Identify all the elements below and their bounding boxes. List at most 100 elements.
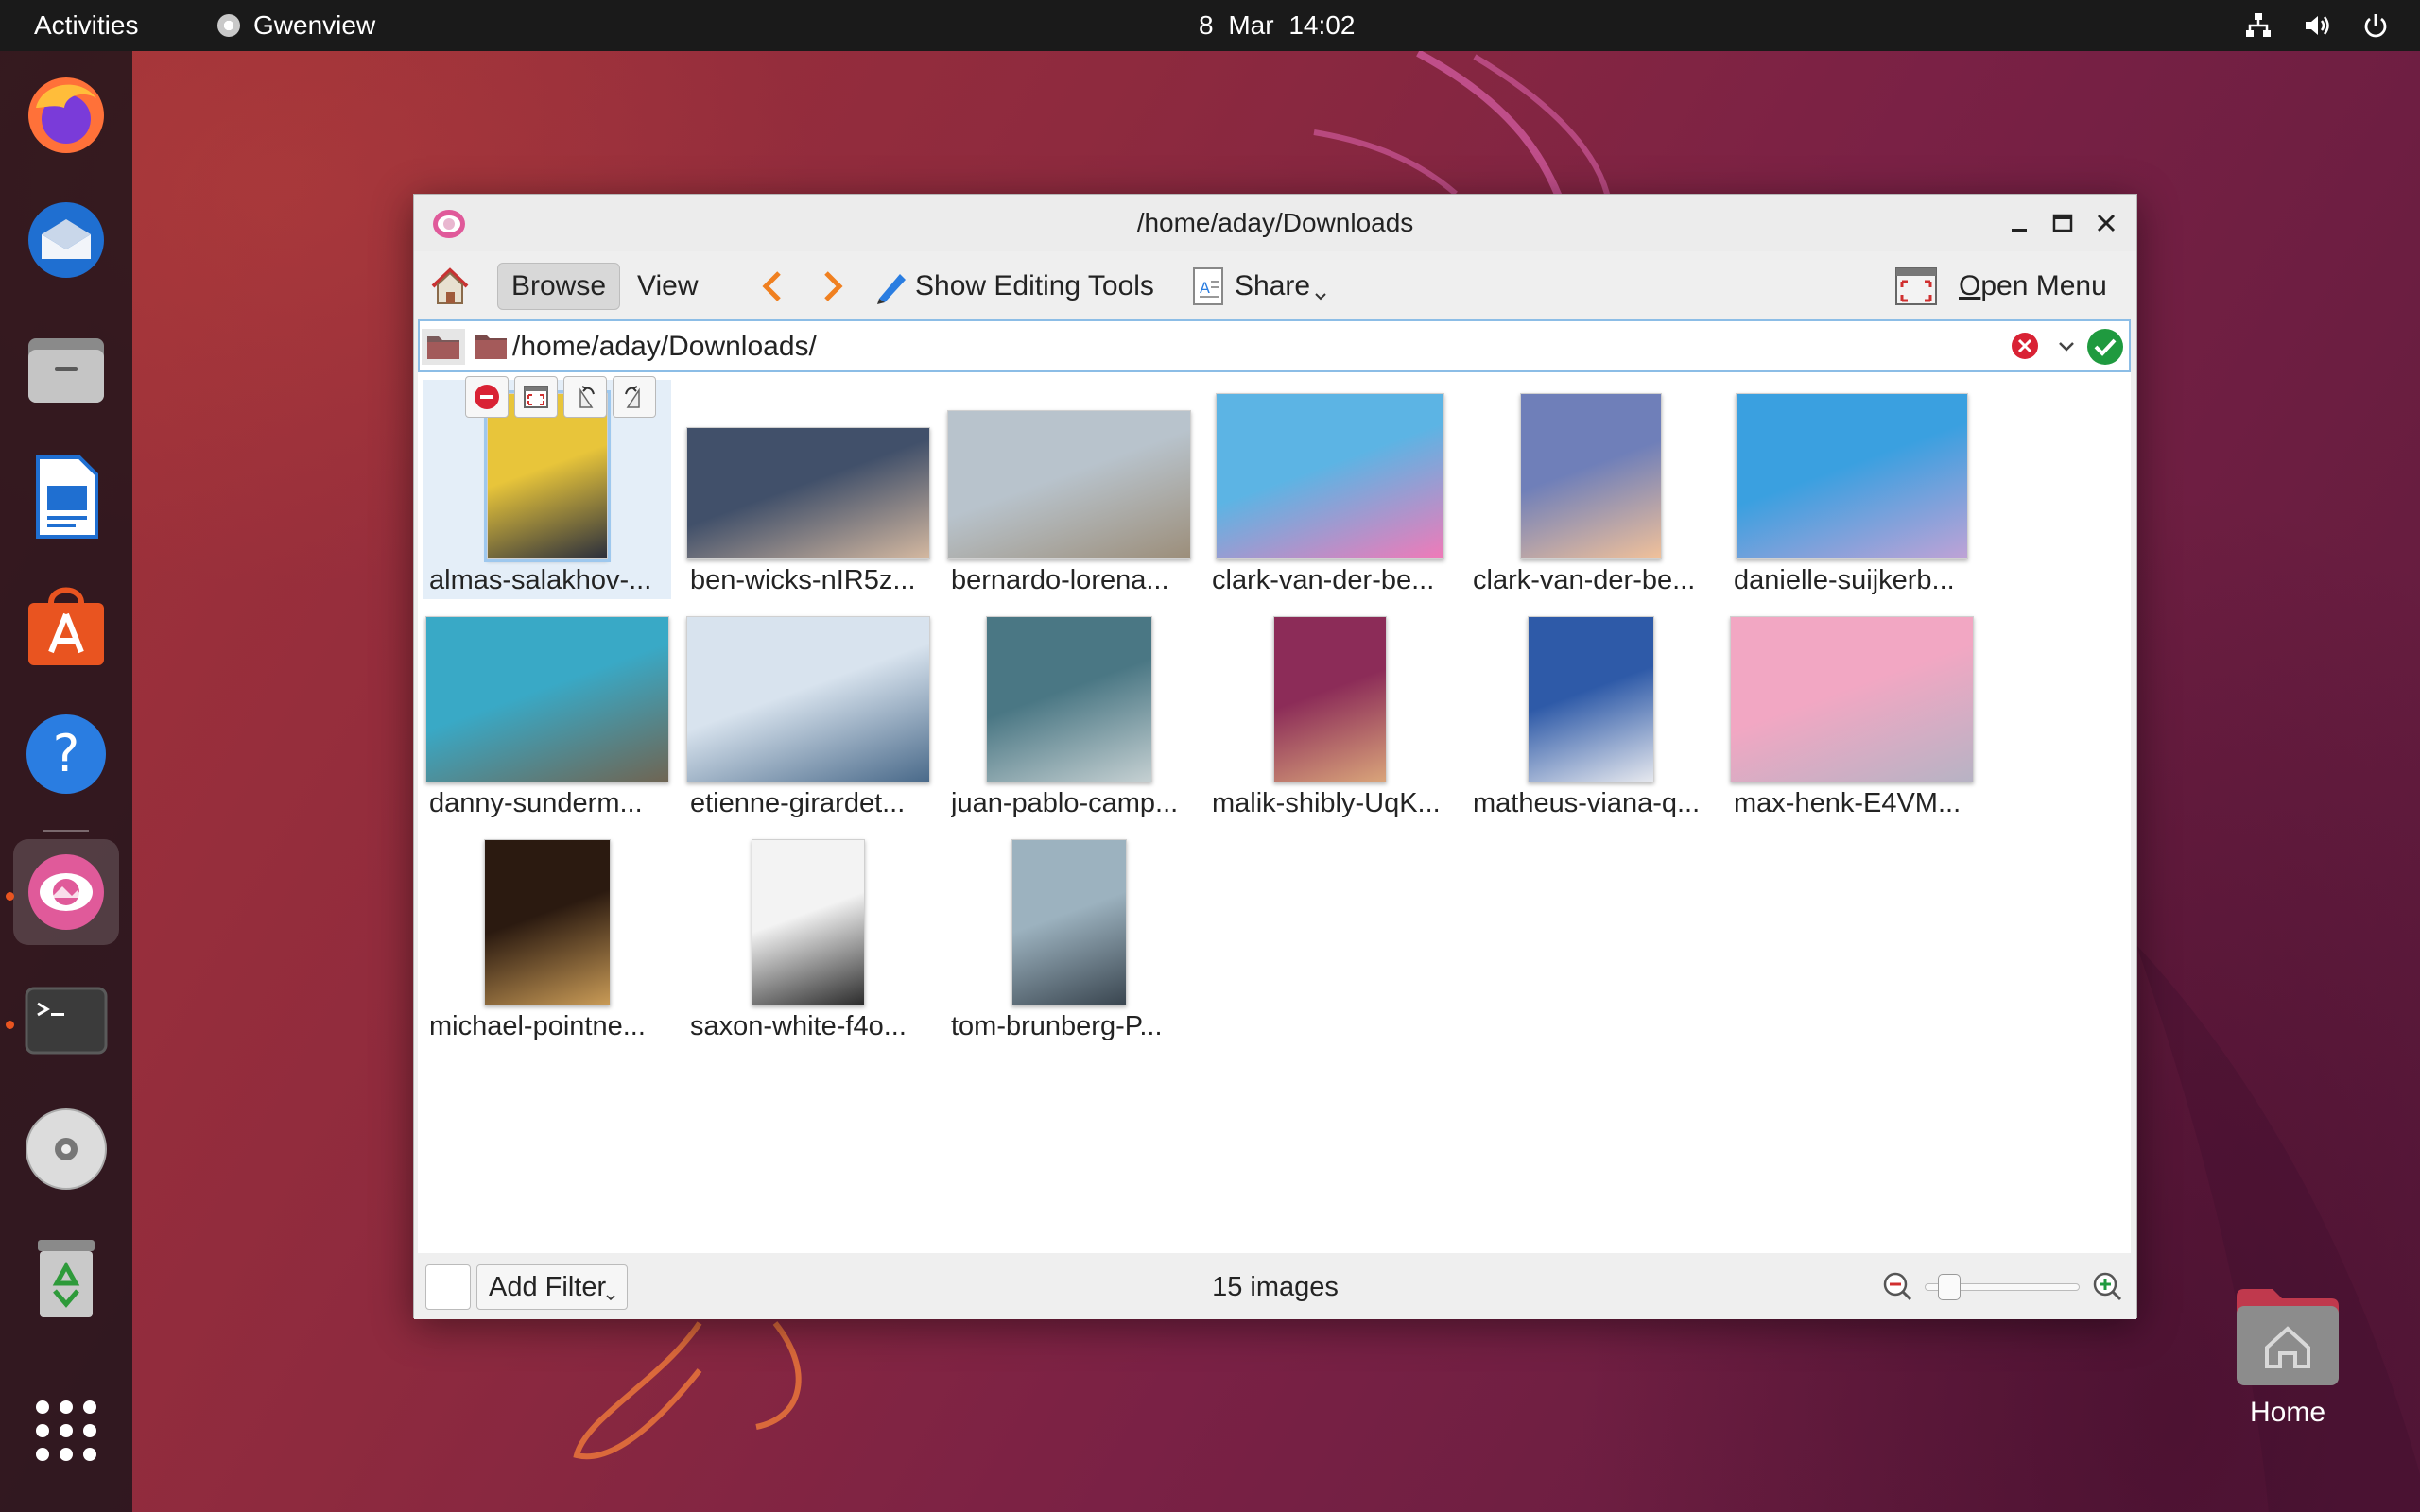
apps-grid-icon xyxy=(36,1400,96,1461)
dropdown-indicator-icon xyxy=(1315,293,1326,301)
rotate-left-icon[interactable] xyxy=(563,376,607,418)
previous-button[interactable] xyxy=(758,263,786,310)
thumbnail-item[interactable]: bernardo-lorena... xyxy=(945,380,1193,599)
dock-writer[interactable] xyxy=(13,444,119,550)
thumbnail-item[interactable]: danielle-suijkerb... xyxy=(1728,380,1976,599)
dock-firefox[interactable] xyxy=(13,60,119,166)
thumbnail-image[interactable] xyxy=(1011,839,1127,1005)
power-icon[interactable] xyxy=(2360,9,2392,42)
open-menu-button[interactable]: Open Menu xyxy=(1894,263,2107,310)
dock-software[interactable] xyxy=(13,573,119,679)
thumbnail-view[interactable]: almas-salakhov-... ben-wicks-nIR5z... bern… xyxy=(418,372,2131,1253)
thumbnail-item[interactable]: clark-van-der-be... xyxy=(1467,380,1715,599)
thumbnail-caption: etienne-girardet... xyxy=(690,788,906,818)
thumbnail-item[interactable]: juan-pablo-camp... xyxy=(945,603,1193,822)
thumbnail-item[interactable]: saxon-white-f4o... xyxy=(684,826,932,1045)
thumbnail-item[interactable]: clark-van-der-be... xyxy=(1206,380,1454,599)
home-icon xyxy=(431,267,469,304)
minimize-icon xyxy=(2012,229,2027,232)
thumbnail-image[interactable] xyxy=(1216,393,1444,559)
go-check-icon[interactable] xyxy=(2085,327,2125,367)
thumbnail-item[interactable]: almas-salakhov-... xyxy=(424,376,671,599)
files-icon xyxy=(28,338,104,403)
thumbnail-frame xyxy=(1467,380,1715,559)
thumbnail-image[interactable] xyxy=(1273,616,1387,782)
clock[interactable]: 8 Mar 14:02 xyxy=(1199,10,1355,41)
dock-gwenview[interactable] xyxy=(13,839,119,945)
thumbnail-caption: clark-van-der-be... xyxy=(1212,565,1435,595)
thumbnail-image[interactable] xyxy=(484,390,611,562)
thumbnail-item[interactable]: ben-wicks-nIR5z... xyxy=(684,380,932,599)
thumbnail-frame xyxy=(945,826,1193,1005)
menu-icon xyxy=(1895,267,1937,305)
dock-disc[interactable] xyxy=(13,1096,119,1202)
thumbnail-caption: juan-pablo-camp... xyxy=(951,788,1179,818)
maximize-button[interactable] xyxy=(2046,206,2080,240)
thumbnail-image[interactable] xyxy=(752,839,865,1005)
fullscreen-icon[interactable] xyxy=(514,376,558,418)
share-icon: A xyxy=(1193,267,1223,305)
thumbnail-item[interactable]: etienne-girardet... xyxy=(684,603,932,822)
writer-icon xyxy=(36,455,98,539)
thumbnail-image[interactable] xyxy=(1528,616,1654,782)
share-label: Share xyxy=(1235,270,1311,301)
window-title: /home/aday/Downloads xyxy=(1136,208,1414,237)
zoom-in-icon[interactable] xyxy=(2091,1270,2123,1302)
desktop-home[interactable]: Home xyxy=(2221,1285,2354,1429)
thumbnail-image[interactable] xyxy=(1520,393,1662,559)
dock-thunderbird[interactable] xyxy=(13,187,119,293)
location-bar[interactable]: /home/aday/Downloads/ xyxy=(418,319,2131,372)
thumbnail-image[interactable] xyxy=(986,616,1152,782)
thumbnail-item[interactable]: tom-brunberg-P... xyxy=(945,826,1193,1045)
title-bar[interactable]: /home/aday/Downloads xyxy=(414,195,2136,251)
thumbnail-image[interactable] xyxy=(1736,393,1968,559)
close-button[interactable] xyxy=(2089,206,2123,240)
thumbnail-image[interactable] xyxy=(1730,616,1974,782)
zoom-out-icon[interactable] xyxy=(1881,1270,1913,1302)
thumbnail-image[interactable] xyxy=(686,616,930,782)
dock-show-apps[interactable] xyxy=(13,1378,119,1484)
places-button-icon[interactable] xyxy=(422,329,465,365)
zoom-slider-handle[interactable] xyxy=(1938,1274,1961,1300)
thumbnail-image[interactable] xyxy=(425,616,669,782)
home-button[interactable] xyxy=(429,263,471,310)
network-icon[interactable] xyxy=(2242,9,2274,42)
next-button[interactable] xyxy=(819,263,847,310)
thumbnail-item[interactable]: max-henk-E4VM... xyxy=(1728,603,1976,822)
view-button[interactable]: View xyxy=(637,263,698,310)
terminal-icon xyxy=(25,987,108,1055)
clear-location-icon[interactable] xyxy=(2010,331,2040,361)
system-tray[interactable] xyxy=(2242,9,2392,42)
location-path-input[interactable]: /home/aday/Downloads/ xyxy=(512,331,817,363)
volume-icon[interactable] xyxy=(2301,9,2333,42)
dock-terminal[interactable] xyxy=(13,968,119,1074)
dock-files[interactable] xyxy=(13,316,119,421)
thumbnail-item[interactable]: matheus-viana-q... xyxy=(1467,603,1715,822)
show-editing-tools-button[interactable]: Show Editing Tools xyxy=(872,263,1154,310)
chevron-left-icon xyxy=(762,271,781,301)
thumbnail-item[interactable]: michael-pointne... xyxy=(424,826,671,1045)
dock-trash[interactable] xyxy=(13,1225,119,1331)
browse-button[interactable]: Browse xyxy=(497,263,621,310)
share-button[interactable]: A Share xyxy=(1191,263,1327,310)
folder-icon xyxy=(475,335,507,359)
thumbnail-frame xyxy=(1206,603,1454,782)
activities-button[interactable]: Activities xyxy=(34,10,138,41)
rotate-right-icon[interactable] xyxy=(613,376,656,418)
thumbnail-frame xyxy=(945,603,1193,782)
thumbnail-item[interactable]: danny-sunderm... xyxy=(424,603,671,822)
thumbnail-frame xyxy=(1728,603,1976,782)
thumbnail-image[interactable] xyxy=(484,839,611,1005)
remove-selection-icon[interactable] xyxy=(465,376,509,418)
firefox-icon xyxy=(28,77,104,153)
thumbnail-image[interactable] xyxy=(947,410,1191,559)
dock-help[interactable]: ? xyxy=(13,701,119,807)
thumbnail-caption: almas-salakhov-... xyxy=(429,565,652,595)
thumbnail-caption: tom-brunberg-P... xyxy=(951,1011,1163,1041)
thumbnail-image[interactable] xyxy=(686,427,930,559)
thumbnail-caption: danny-sunderm... xyxy=(429,788,643,818)
app-menu[interactable]: Gwenview xyxy=(217,10,375,41)
history-dropdown-icon[interactable] xyxy=(2053,335,2080,357)
minimize-button[interactable] xyxy=(2002,206,2036,240)
thumbnail-item[interactable]: malik-shibly-UqK... xyxy=(1206,603,1454,822)
